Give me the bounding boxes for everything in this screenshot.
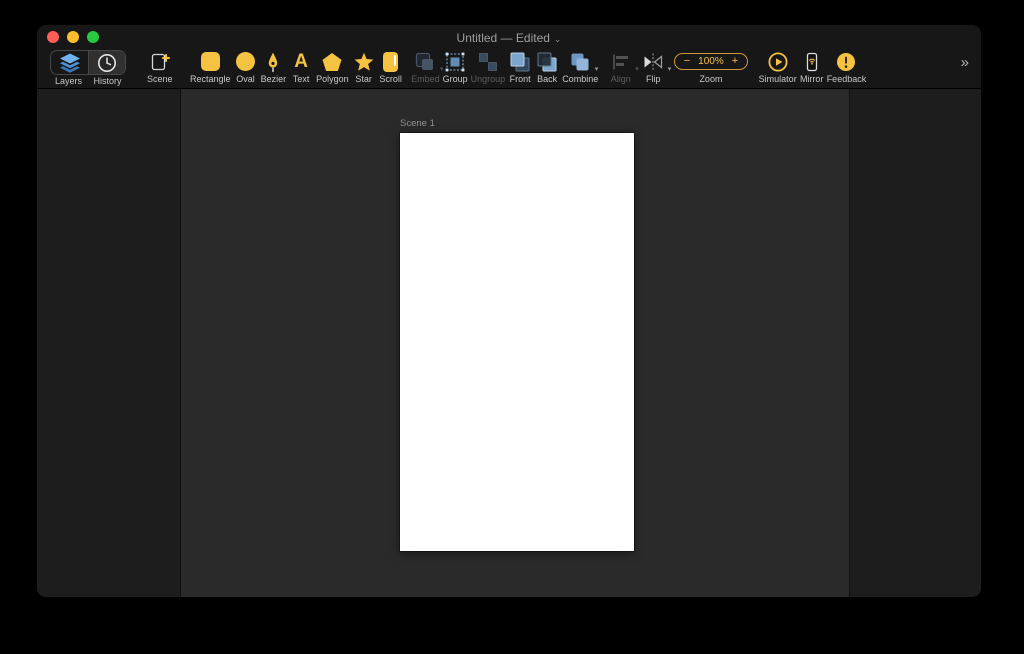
toolbar: Layers History Scene Rectangle Oval Bezi…	[37, 47, 981, 88]
toolbar-item-scroll[interactable]: Scroll	[379, 50, 403, 84]
toolbar-item-embed[interactable]: ▾ Embed	[411, 50, 443, 84]
view-switcher: Layers History	[49, 50, 127, 86]
chevron-down-icon: ▾	[667, 66, 672, 73]
toolbar-overflow-button[interactable]: »	[959, 54, 971, 79]
star-icon	[352, 50, 376, 73]
layers-icon	[58, 52, 82, 74]
toolbar-item-group[interactable]: Group	[443, 50, 468, 84]
toolbar-item-oval[interactable]: Oval	[234, 50, 258, 84]
toolbar-item-feedback[interactable]: Feedback	[827, 50, 866, 84]
group-icon	[443, 50, 467, 73]
zoom-control: − 100% +	[673, 50, 749, 73]
minimize-button[interactable]	[67, 31, 79, 43]
scene-label[interactable]: Scene 1	[400, 118, 634, 129]
toolbar-item-polygon[interactable]: Polygon	[316, 50, 349, 84]
close-button[interactable]	[47, 31, 59, 43]
layers-button[interactable]	[51, 51, 88, 74]
toolbar-item-bezier[interactable]: Bezier	[261, 50, 286, 84]
clock-icon	[96, 52, 118, 74]
zoom-value: 100%	[698, 56, 724, 67]
toolbar-item-text[interactable]: A Text	[289, 50, 313, 84]
toolbar-item-combine[interactable]: ▾ Combine	[562, 50, 598, 84]
zoom-in-button[interactable]: +	[732, 56, 738, 67]
bring-to-front-icon	[508, 50, 532, 73]
align-icon: ▾	[609, 50, 639, 73]
ungroup-icon	[476, 50, 500, 73]
toolbar-item-back[interactable]: Back	[535, 50, 559, 84]
scene-group: Scene 1	[400, 118, 634, 551]
view-switcher-labels: Layers History	[49, 75, 127, 86]
send-to-back-icon	[535, 50, 559, 73]
chevron-down-icon: ⌄	[553, 34, 562, 44]
right-panel	[849, 89, 981, 597]
toolbar-item-mirror[interactable]: Mirror	[800, 50, 824, 84]
toolbar-item-front[interactable]: Front	[508, 50, 532, 84]
pen-nib-icon	[261, 50, 285, 73]
view-switcher-box	[50, 50, 126, 75]
fullscreen-button[interactable]	[87, 31, 99, 43]
chevron-down-icon: ▾	[594, 66, 599, 73]
app-window: Untitled — Edited ⌄ Layers History Scene…	[36, 24, 982, 598]
content-area: Scene 1	[37, 89, 981, 597]
phone-mirror-icon	[800, 50, 824, 73]
toolbar-item-ungroup[interactable]: Ungroup	[471, 50, 505, 84]
toolbar-item-zoom: − 100% + Zoom	[673, 50, 749, 84]
artboard[interactable]	[400, 133, 634, 551]
scene-plus-icon	[148, 50, 172, 73]
titlebar[interactable]: Untitled — Edited ⌄	[37, 25, 981, 47]
history-label: History	[93, 76, 122, 86]
flip-icon: ▾	[641, 50, 671, 73]
pentagon-icon	[320, 50, 344, 73]
exclamation-circle-icon	[834, 50, 858, 73]
oval-icon	[234, 50, 258, 73]
combine-icon: ▾	[568, 50, 598, 73]
toolbar-item-flip[interactable]: ▾ Flip	[641, 50, 671, 84]
toolbar-item-simulator[interactable]: Simulator	[759, 50, 797, 84]
toolbar-item-star[interactable]: Star	[352, 50, 376, 84]
toolbar-item-align[interactable]: ▾ Align	[609, 50, 639, 84]
layers-label: Layers	[54, 76, 82, 86]
window-title[interactable]: Untitled — Edited ⌄	[37, 25, 981, 45]
chevron-down-icon: ▾	[635, 66, 639, 73]
embed-icon: ▾	[413, 50, 443, 73]
text-a-icon: A	[294, 51, 308, 72]
scroll-icon	[379, 50, 403, 73]
zoom-out-button[interactable]: −	[684, 56, 690, 67]
toolbar-item-scene[interactable]: Scene	[147, 50, 173, 84]
canvas[interactable]: Scene 1	[181, 89, 849, 597]
window-header: Untitled — Edited ⌄ Layers History Scene…	[37, 25, 981, 89]
toolbar-item-rectangle[interactable]: Rectangle	[190, 50, 231, 84]
left-panel	[37, 89, 181, 597]
play-circle-icon	[766, 50, 790, 73]
history-button[interactable]	[88, 51, 125, 74]
rectangle-icon	[198, 50, 222, 73]
traffic-lights	[47, 31, 99, 43]
